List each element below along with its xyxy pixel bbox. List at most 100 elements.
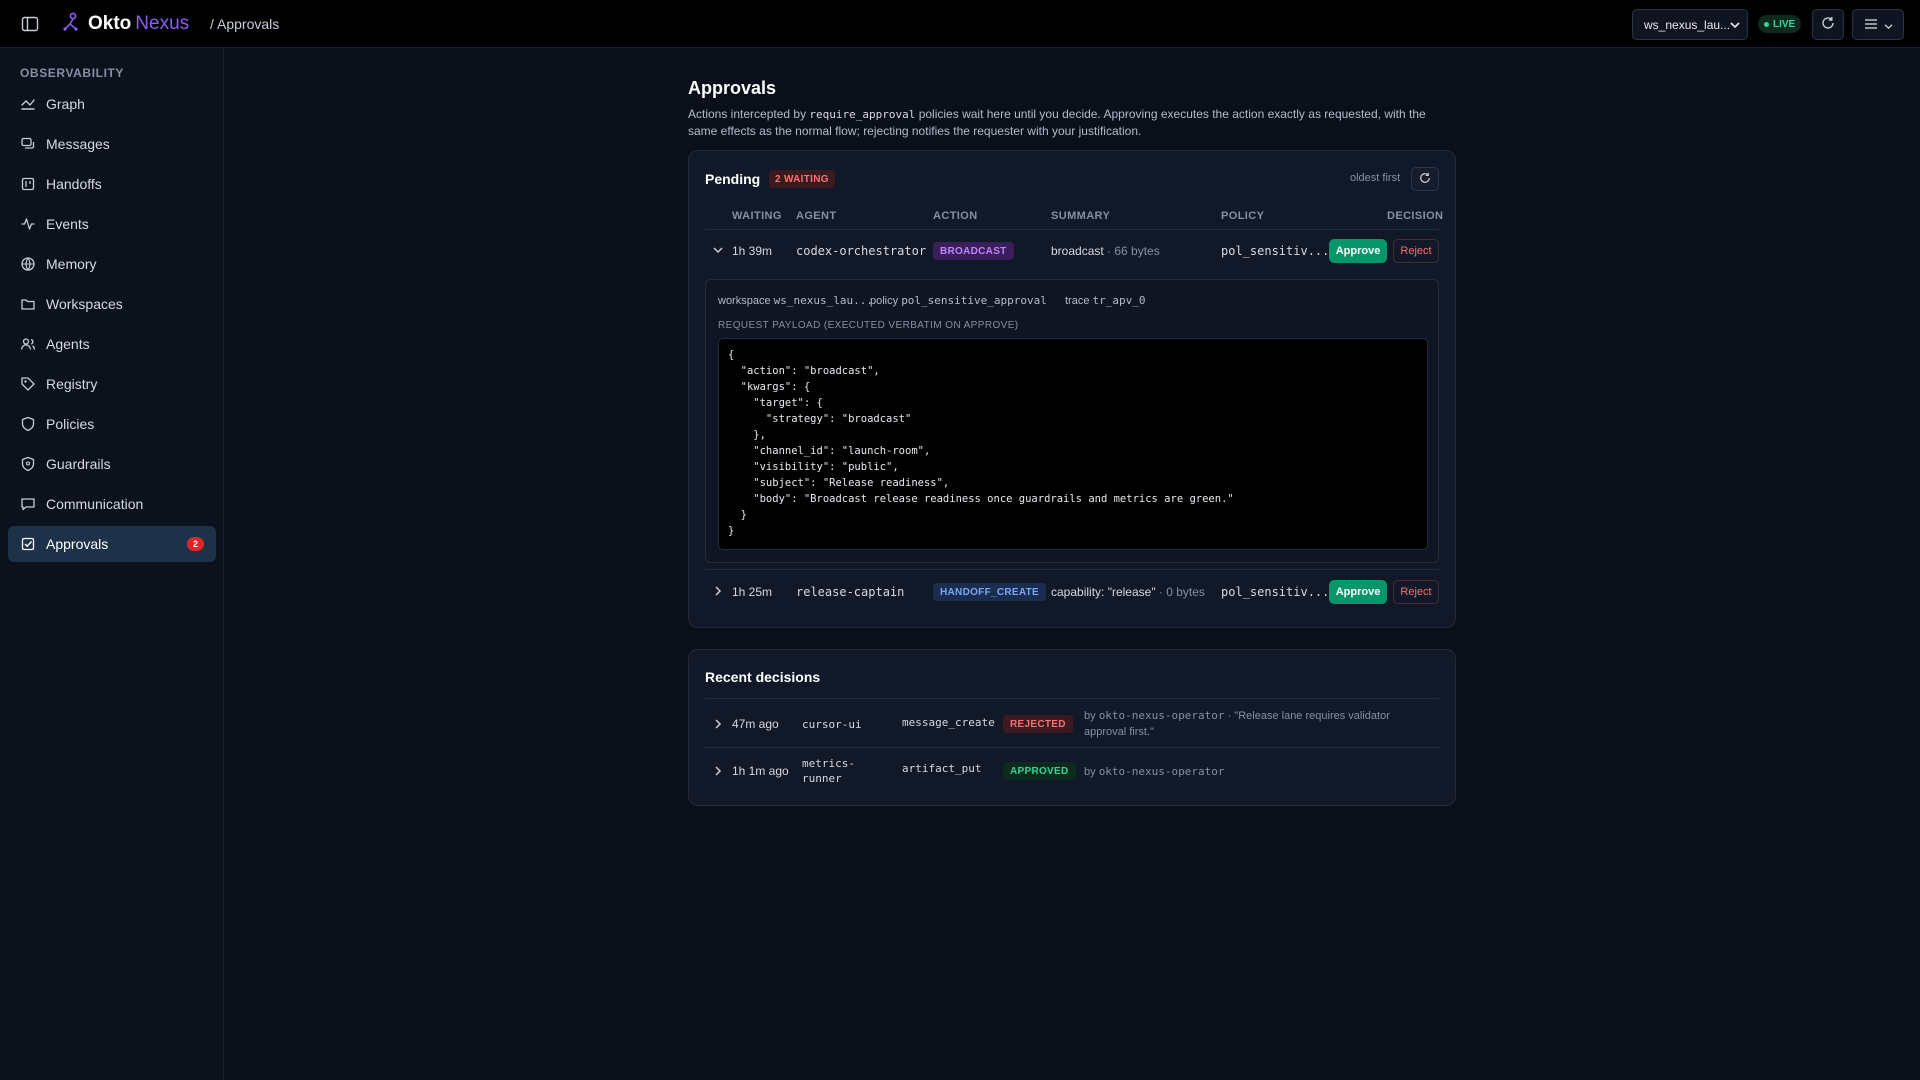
sidebar-item-label: Handoffs <box>46 176 102 192</box>
policy-name: pol_sensitiv... <box>1221 585 1330 599</box>
detail-policy-label: policy <box>870 295 899 307</box>
chevron-down-icon[interactable] <box>711 243 725 257</box>
detail-policy: policy pol_sensitive_approval <box>870 294 1047 307</box>
decision-detail: by okto-nexus-operator <box>1084 764 1424 780</box>
sidebar-item-registry[interactable]: Registry <box>8 366 216 402</box>
summary: broadcast · 66 bytes <box>1051 244 1160 258</box>
memory-icon <box>20 256 36 272</box>
sidebar-item-policies[interactable]: Policies <box>8 406 216 442</box>
menu-icon <box>1864 17 1878 33</box>
sidebar-item-communication[interactable]: Communication <box>8 486 216 522</box>
decision-operator: okto-nexus-operator <box>1098 765 1225 778</box>
sidebar-item-label: Policies <box>46 416 95 432</box>
sidebar-item-label: Events <box>46 216 89 232</box>
payload-code-block[interactable]: { "action": "broadcast", "kwargs": { "ta… <box>718 338 1428 550</box>
decision-detail: by okto-nexus-operator · "Release lane r… <box>1084 708 1424 740</box>
detail-trace-label: trace <box>1065 295 1090 307</box>
sort-label[interactable]: oldest first <box>1350 172 1400 184</box>
live-dot-icon <box>1764 21 1769 27</box>
sidebar-item-label: Workspaces <box>46 296 123 312</box>
pending-row[interactable]: 1h 25m release-captain HANDOFF_CREATE ca… <box>689 572 1457 612</box>
decision-row[interactable]: 47m ago cursor-ui message_create REJECTE… <box>689 702 1457 746</box>
graph-icon <box>20 96 36 112</box>
column-header-action: ACTION <box>933 210 978 222</box>
brand-accent: Nexus <box>135 12 190 34</box>
decision-by-prefix: by <box>1084 766 1099 778</box>
pending-refresh-button[interactable] <box>1411 167 1439 191</box>
payload-label: REQUEST PAYLOAD (EXECUTED VERBATIM ON AP… <box>718 320 1019 331</box>
detail-policy-value: pol_sensitive_approval <box>901 294 1047 307</box>
divider <box>705 569 1439 570</box>
reject-button[interactable]: Reject <box>1393 580 1439 604</box>
approve-button[interactable]: Approve <box>1329 239 1387 263</box>
brand[interactable]: Okto Nexus <box>62 12 189 35</box>
divider <box>705 747 1439 748</box>
shield-check-icon <box>20 456 36 472</box>
column-header-decision: DECISION <box>1387 210 1444 222</box>
workspace-select[interactable]: ws_nexus_lau... <box>1632 9 1748 40</box>
check-square-icon <box>20 536 36 552</box>
tag-icon <box>20 376 36 392</box>
agent-name: codex-orchestrator <box>796 244 927 258</box>
sidebar-item-handoffs[interactable]: Handoffs <box>8 166 216 202</box>
chevron-right-icon[interactable] <box>711 764 725 778</box>
column-header-agent: AGENT <box>796 210 837 222</box>
chat-icon <box>20 496 36 512</box>
recent-decisions-card: Recent decisions 47m ago cursor-ui messa… <box>688 649 1456 806</box>
detail-workspace: workspace ws_nexus_lau... <box>718 294 873 307</box>
description-code: require_approval <box>809 108 916 121</box>
menu-button[interactable] <box>1852 9 1904 40</box>
sidebar-item-events[interactable]: Events <box>8 206 216 242</box>
users-icon <box>20 336 36 352</box>
decision-time: 47m ago <box>732 717 779 731</box>
approve-button[interactable]: Approve <box>1329 580 1387 604</box>
breadcrumb: / Approvals <box>210 16 280 32</box>
workspace-select-value: ws_nexus_lau... <box>1644 17 1731 32</box>
column-header-summary: SUMMARY <box>1051 210 1111 222</box>
decision-time: 1h 1m ago <box>732 764 789 778</box>
detail-trace-value: tr_apv_0 <box>1092 294 1146 307</box>
sidebar-item-label: Approvals <box>46 536 109 552</box>
live-label: LIVE <box>1773 18 1796 30</box>
pending-row[interactable]: 1h 39m codex-orchestrator BROADCAST broa… <box>689 231 1457 271</box>
events-icon <box>20 216 36 232</box>
sidebar: OBSERVABILITY Graph Messages Handoffs Ev… <box>0 48 224 1080</box>
divider <box>705 229 1439 230</box>
sidebar-item-guardrails[interactable]: Guardrails <box>8 446 216 482</box>
sidebar-item-workspaces[interactable]: Workspaces <box>8 286 216 322</box>
column-header-waiting: WAITING <box>732 210 782 222</box>
status-badge: APPROVED <box>1003 762 1076 780</box>
refresh-button[interactable] <box>1812 9 1844 40</box>
recent-decisions-title: Recent decisions <box>705 669 821 685</box>
sidebar-item-messages[interactable]: Messages <box>8 126 216 162</box>
summary-main: capability: "release" <box>1051 585 1156 599</box>
sidebar-item-label: Communication <box>46 496 144 512</box>
shield-icon <box>20 416 36 432</box>
detail-trace: trace tr_apv_0 <box>1065 294 1146 307</box>
sidebar-item-approvals[interactable]: Approvals 2 <box>8 526 216 562</box>
summary-main: broadcast <box>1051 244 1104 258</box>
action-badge: BROADCAST <box>933 242 1014 260</box>
sidebar-item-memory[interactable]: Memory <box>8 246 216 282</box>
refresh-icon <box>1821 16 1835 33</box>
action-badge: HANDOFF_CREATE <box>933 583 1047 601</box>
waiting-time: 1h 25m <box>732 585 773 599</box>
brand-name: Okto <box>88 12 132 34</box>
page-description: Actions intercepted by require_approval … <box>688 106 1458 140</box>
reject-button[interactable]: Reject <box>1393 239 1439 263</box>
decision-operator: okto-nexus-operator <box>1098 709 1225 722</box>
sidebar-item-label: Agents <box>46 336 90 352</box>
sidebar-item-agents[interactable]: Agents <box>8 326 216 362</box>
payload-json: { "action": "broadcast", "kwargs": { "ta… <box>728 349 1234 537</box>
chevron-right-icon[interactable] <box>711 584 725 598</box>
decision-row[interactable]: 1h 1m ago metrics-runner artifact_put AP… <box>689 750 1457 794</box>
sidebar-toggle-icon[interactable] <box>20 14 40 34</box>
chevron-right-icon[interactable] <box>711 717 725 731</box>
agent-name: release-captain <box>796 585 905 599</box>
sidebar-item-graph[interactable]: Graph <box>8 86 216 122</box>
refresh-icon <box>1419 171 1431 187</box>
sidebar-item-label: Graph <box>46 96 85 112</box>
divider <box>705 698 1439 699</box>
live-badge: LIVE <box>1758 15 1802 33</box>
agent-name: cursor-ui <box>802 718 862 731</box>
